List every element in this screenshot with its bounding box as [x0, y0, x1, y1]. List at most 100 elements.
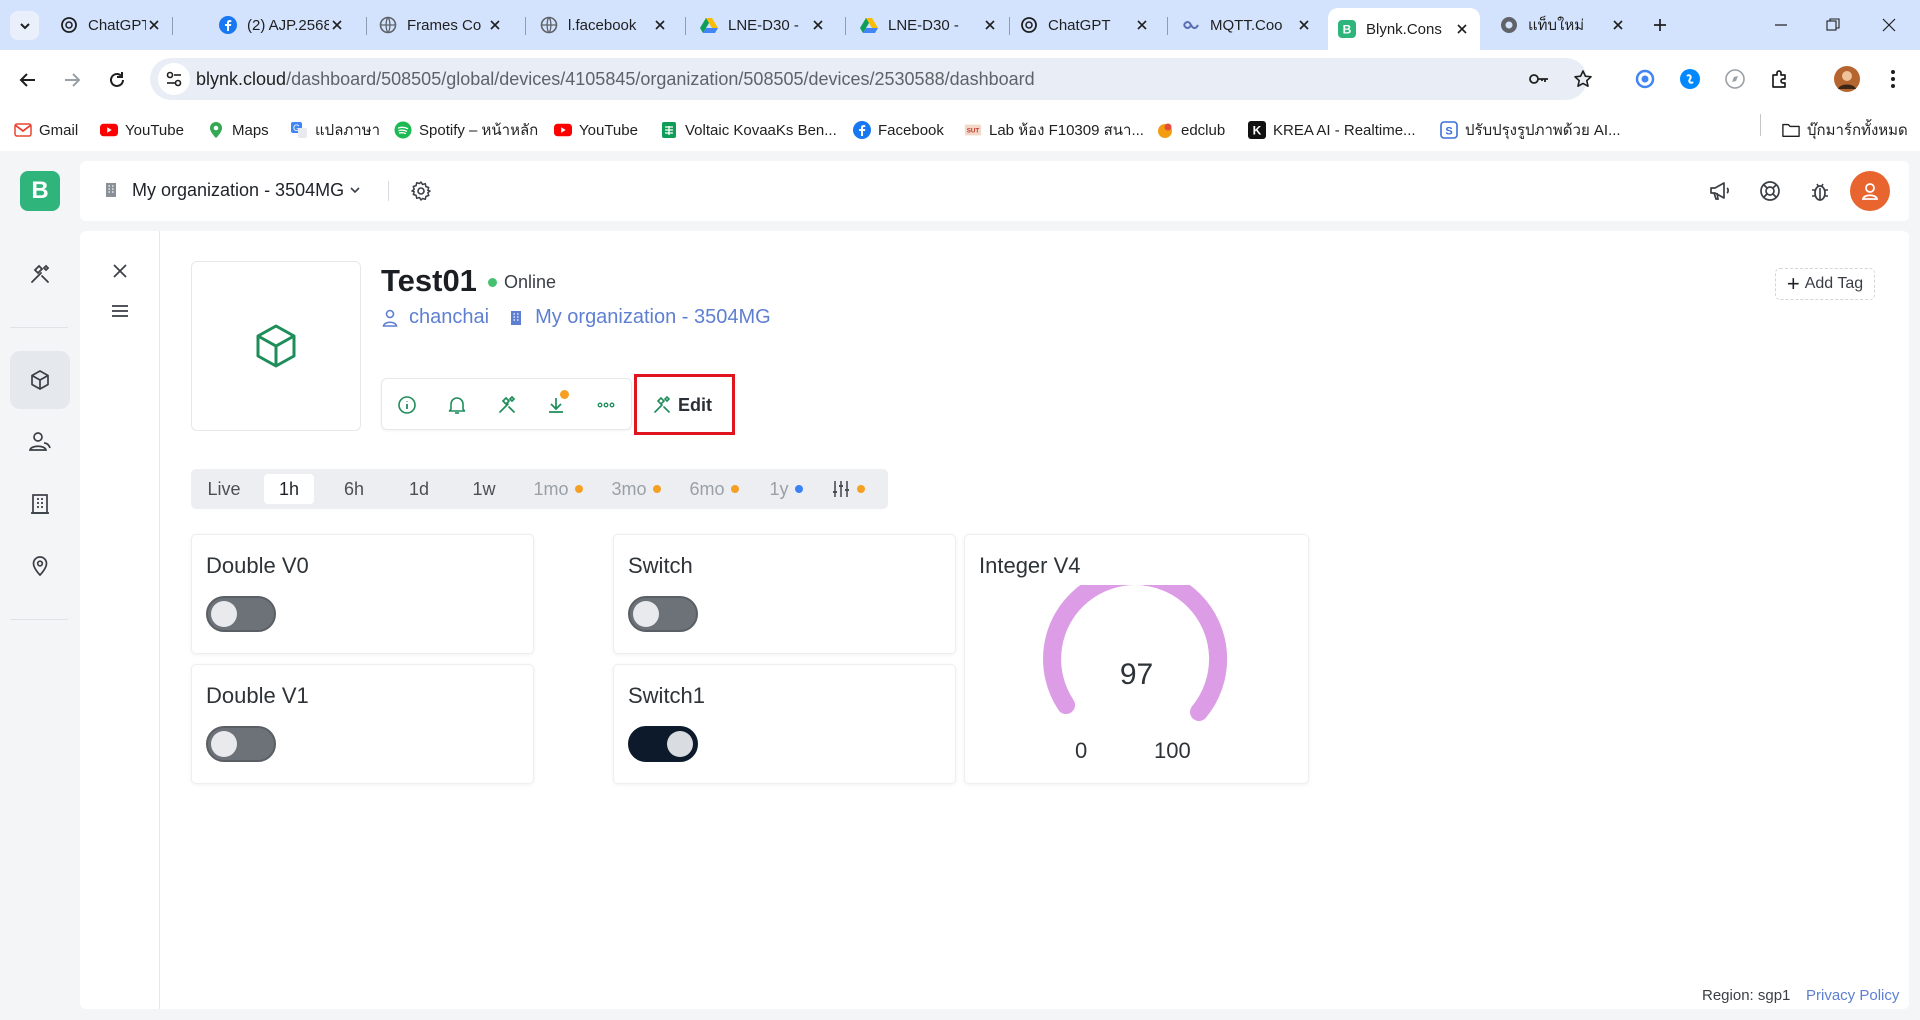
device-owner-link[interactable]: chanchai — [381, 306, 489, 329]
close-icon[interactable] — [810, 17, 826, 33]
nav-devices[interactable] — [10, 351, 70, 409]
help-button[interactable] — [1757, 178, 1783, 204]
nav-organizations[interactable] — [10, 475, 70, 533]
extension-button[interactable] — [1722, 66, 1748, 92]
developer-tools-button[interactable] — [494, 392, 520, 418]
reload-button[interactable] — [102, 65, 132, 95]
close-panel-button[interactable] — [107, 258, 133, 284]
browser-tab[interactable]: Frames Co — [369, 8, 513, 42]
all-bookmarks[interactable]: บุ๊กมาร์กทั้งหมด — [1782, 119, 1908, 141]
browser-tab[interactable]: ChatGPT — [50, 8, 172, 42]
switch-toggle[interactable] — [628, 596, 698, 632]
browser-menu-button[interactable] — [1880, 66, 1906, 92]
bookmark-item[interactable]: YouTube — [100, 119, 184, 141]
bookmark-item[interactable]: Gmail — [14, 119, 78, 141]
close-icon[interactable] — [1296, 17, 1312, 33]
url-path: /dashboard/508505/global/devices/4105845… — [286, 69, 1035, 89]
site-info-button[interactable] — [158, 63, 190, 95]
bookmark-item[interactable]: YouTube — [554, 119, 638, 141]
close-icon[interactable] — [1610, 17, 1626, 33]
blynk-logo[interactable]: B — [20, 171, 60, 211]
restore-button[interactable] — [1821, 13, 1845, 37]
nav-developer-zone[interactable] — [10, 245, 70, 303]
time-range-1w[interactable]: 1w — [459, 474, 509, 504]
device-info-button[interactable] — [394, 392, 420, 418]
device-organization-link[interactable]: My organization - 3504MG — [507, 306, 771, 329]
new-tab-button[interactable] — [1648, 13, 1672, 37]
svg-text:SUT: SUT — [967, 128, 980, 135]
bookmark-item[interactable]: G แปลภาษา — [290, 119, 380, 141]
bookmark-item[interactable]: Spotify – หน้าหลัก — [394, 119, 538, 141]
tab-search-button[interactable] — [10, 11, 39, 40]
extension-button[interactable] — [1677, 66, 1703, 92]
sheets-icon — [660, 121, 678, 139]
extension-button[interactable] — [1632, 66, 1658, 92]
minimize-button[interactable] — [1769, 13, 1793, 37]
menu-button[interactable] — [107, 298, 133, 324]
bookmark-item[interactable]: S ปรับปรุงรูปภาพด้วย AI... — [1440, 119, 1621, 141]
close-icon[interactable] — [1134, 17, 1150, 33]
close-icon[interactable] — [1454, 21, 1470, 37]
svg-text:S: S — [1445, 126, 1452, 138]
bookmark-item[interactable]: Facebook — [853, 119, 944, 141]
password-key-button[interactable] — [1528, 68, 1550, 90]
edit-dashboard-button[interactable]: Edit — [652, 392, 712, 418]
back-button[interactable] — [13, 65, 43, 95]
time-range-live[interactable]: Live — [199, 474, 249, 504]
widget-title: Double V1 — [206, 683, 309, 708]
profile-avatar[interactable] — [1834, 66, 1860, 92]
upgrade-dot — [857, 485, 865, 493]
switch-toggle[interactable] — [206, 726, 276, 762]
nav-users[interactable] — [10, 413, 70, 471]
more-actions-button[interactable] — [593, 392, 619, 418]
close-icon[interactable] — [652, 17, 668, 33]
address-bar[interactable]: blynk.cloud/dashboard/508505/global/devi… — [150, 58, 1592, 100]
time-range-1mo[interactable]: 1mo — [528, 474, 588, 504]
announcements-button[interactable] — [1707, 178, 1733, 204]
nav-locations[interactable] — [10, 537, 70, 595]
browser-tab[interactable]: l.facebook — [530, 8, 678, 42]
custom-range-button[interactable] — [823, 474, 873, 504]
extensions-menu-button[interactable] — [1767, 66, 1793, 92]
device-image[interactable] — [191, 261, 361, 431]
widget-switch: Switch — [613, 534, 956, 654]
time-range-1h[interactable]: 1h — [264, 474, 314, 504]
user-avatar[interactable] — [1850, 171, 1890, 211]
close-icon[interactable] — [487, 17, 503, 33]
switch-toggle[interactable] — [206, 596, 276, 632]
close-icon[interactable] — [146, 17, 162, 33]
time-range-6mo[interactable]: 6mo — [684, 474, 744, 504]
bookmark-item[interactable]: edclub — [1156, 119, 1225, 141]
download-button[interactable] — [543, 390, 569, 418]
bookmark-star-button[interactable] — [1572, 68, 1594, 90]
browser-tab[interactable]: ChatGPT — [1010, 8, 1160, 42]
nav-divider — [10, 619, 68, 620]
browser-tab[interactable]: LNE-D30 - — [690, 8, 836, 42]
bookmark-item[interactable]: Maps — [207, 119, 269, 141]
forward-button[interactable] — [57, 65, 87, 95]
browser-tab-active[interactable]: B Blynk.Cons — [1328, 8, 1480, 50]
google-drive-icon — [860, 16, 878, 34]
close-icon[interactable] — [329, 17, 345, 33]
switch-toggle[interactable] — [628, 726, 698, 762]
organization-settings-button[interactable] — [408, 178, 434, 204]
time-range-6h[interactable]: 6h — [329, 474, 379, 504]
close-icon[interactable] — [982, 17, 998, 33]
bookmark-item[interactable]: SUT Lab ห้อง F10309 สนา... — [964, 119, 1144, 141]
time-range-1d[interactable]: 1d — [394, 474, 444, 504]
privacy-policy-link[interactable]: Privacy Policy — [1806, 987, 1899, 1004]
browser-tab[interactable]: MQTT.Coo — [1172, 8, 1322, 42]
browser-tab[interactable]: (2) AJP.2568 — [209, 8, 355, 42]
browser-tab[interactable]: แท็บใหม่ — [1490, 8, 1636, 42]
time-range-1y[interactable]: 1y — [761, 474, 811, 504]
time-range-3mo[interactable]: 3mo — [606, 474, 666, 504]
browser-tab[interactable]: LNE-D30 - — [850, 8, 1008, 42]
close-window-button[interactable] — [1877, 13, 1901, 37]
bookmark-item[interactable]: K KREA AI - Realtime... — [1248, 119, 1416, 141]
organization-selector[interactable]: My organization - 3504MG — [104, 178, 362, 202]
add-tag-button[interactable]: + Add Tag — [1775, 268, 1875, 300]
report-bug-button[interactable] — [1807, 178, 1833, 204]
bookmark-item[interactable]: Voltaic KovaaKs Ben... — [660, 119, 837, 141]
notifications-button[interactable] — [444, 392, 470, 418]
url-text[interactable]: blynk.cloud/dashboard/508505/global/devi… — [196, 69, 1035, 90]
